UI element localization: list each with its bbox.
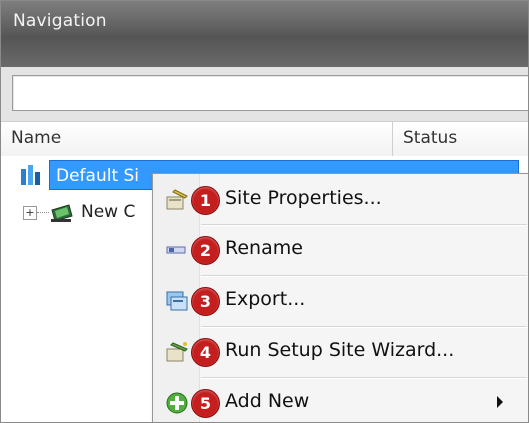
menu-item-export[interactable]: 3 Export... — [153, 277, 528, 325]
add-icon — [166, 392, 188, 414]
step-badge: 1 — [191, 186, 220, 215]
step-badge: 3 — [191, 287, 220, 316]
site-icon — [21, 165, 40, 185]
menu-item-label: Export... — [225, 288, 306, 310]
menu-item-label: Rename — [225, 237, 303, 259]
menu-item-rename[interactable]: 2 Rename — [153, 226, 528, 274]
step-badge: 4 — [191, 338, 220, 367]
submenu-arrow-icon — [497, 396, 503, 408]
column-header: Name Status — [1, 121, 528, 157]
menu-item-label: Site Properties... — [225, 187, 382, 209]
rename-icon — [166, 246, 186, 254]
tree-connector — [37, 212, 49, 213]
export-icon — [166, 291, 188, 311]
menu-item-site-properties[interactable]: 1 Site Properties... — [153, 176, 528, 224]
properties-icon — [166, 189, 188, 210]
column-divider[interactable] — [392, 122, 393, 156]
step-badge: 5 — [191, 389, 220, 418]
tree-item-label: New C — [81, 202, 136, 222]
wizard-icon — [166, 342, 188, 362]
menu-item-add-new[interactable]: 5 Add New — [153, 379, 528, 422]
context-menu: 1 Site Properties... 2 Rename 3 Export..… — [152, 173, 528, 422]
column-name-header[interactable]: Name — [11, 128, 61, 148]
menu-item-run-setup-site-wizard[interactable]: 4 Run Setup Site Wizard... — [153, 328, 528, 376]
menu-item-label: Run Setup Site Wizard... — [225, 339, 455, 361]
menu-item-label: Add New — [225, 390, 310, 412]
navigation-header: Navigation — [1, 1, 528, 67]
globe-icon — [51, 204, 73, 222]
navigation-title: Navigation — [13, 11, 107, 31]
search-input[interactable] — [12, 75, 528, 111]
expand-toggle[interactable]: + — [23, 206, 37, 220]
step-badge: 2 — [191, 236, 220, 265]
navigation-panel: Navigation Name Status Default Si + New … — [0, 0, 529, 423]
column-status-header[interactable]: Status — [403, 128, 457, 148]
